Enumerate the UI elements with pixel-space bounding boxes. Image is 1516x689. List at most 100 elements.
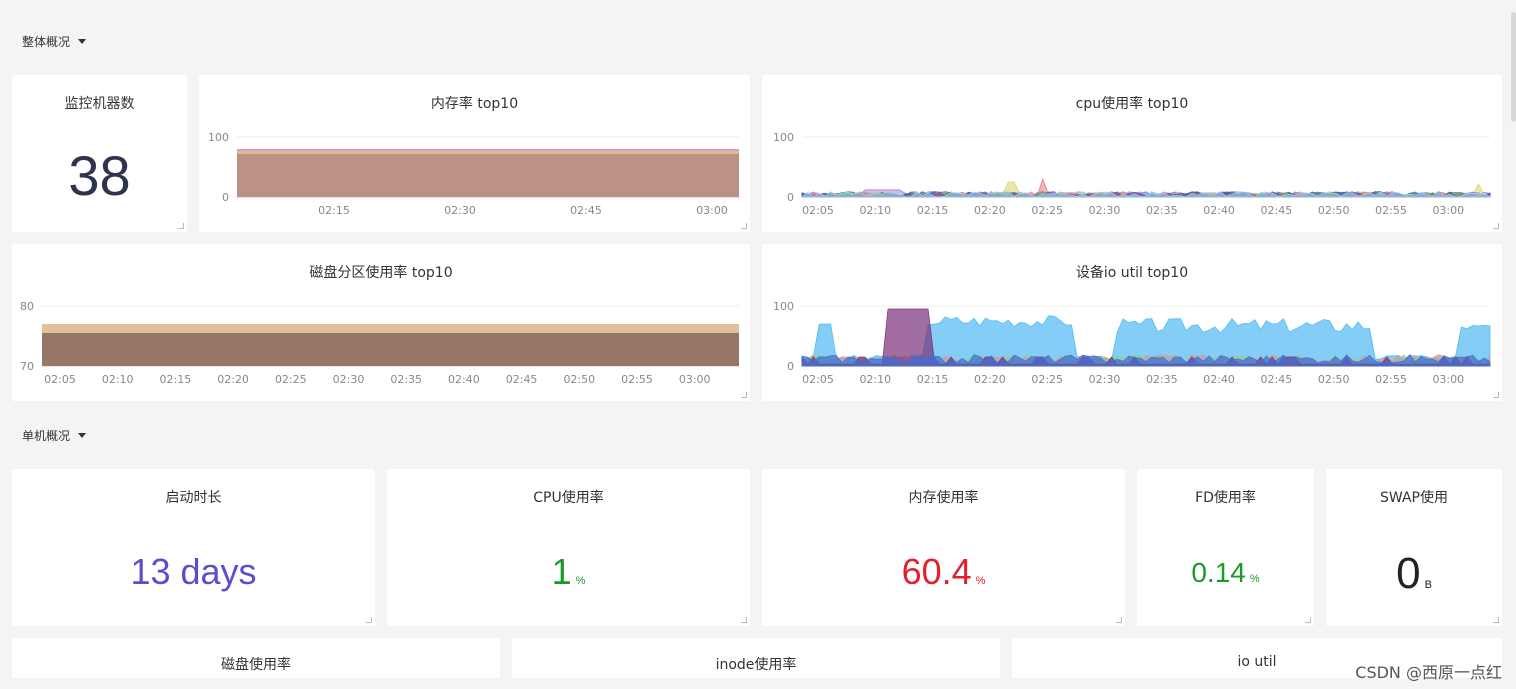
panel-disk-partition-top10: 磁盘分区使用率 top10 80 70 02:05 02:10 02:15 02:20 02… — [12, 244, 750, 401]
cpu-usage-value: 1 — [551, 551, 572, 592]
resize-handle[interactable] — [741, 223, 747, 229]
x-tick-label: 02:45 — [506, 373, 538, 386]
panel-disk-usage: 磁盘使用率 — [12, 638, 500, 678]
x-tick-label: 03:00 — [1432, 204, 1464, 217]
panel-title: 磁盘使用率 — [221, 657, 291, 673]
x-tick-label: 02:40 — [448, 373, 480, 386]
x-tick-label: 02:30 — [444, 204, 476, 217]
y-tick-label: 0 — [787, 360, 794, 373]
x-tick-label: 02:15 — [318, 204, 350, 217]
section-toggle-overall[interactable]: 整体概况 — [22, 33, 87, 50]
x-tick-label: 02:35 — [390, 373, 422, 386]
y-tick-label: 100 — [208, 131, 229, 144]
panel-mem-usage: 内存使用率 60.4% — [762, 469, 1125, 626]
swap-usage-value: 0 — [1396, 549, 1421, 598]
panel-inode-usage: inode使用率 — [512, 638, 1000, 678]
panel-title: CPU使用率 — [533, 490, 604, 506]
section-label: 整体概况 — [22, 35, 71, 49]
x-tick-label: 02:05 — [802, 204, 834, 217]
y-tick-label: 0 — [222, 191, 229, 204]
machine-count-value: 38 — [68, 144, 131, 207]
panel-uptime: 启动时长 13 days — [12, 469, 375, 626]
swap-usage-unit: B — [1424, 579, 1432, 591]
panel-title: FD使用率 — [1195, 490, 1256, 506]
mem-usage-stat: 60.4% — [762, 551, 1125, 593]
x-tick-label: 02:15 — [160, 373, 192, 386]
x-tick-label: 02:25 — [1031, 373, 1063, 386]
series-area — [42, 333, 739, 366]
uptime-value: 13 days — [130, 551, 257, 592]
chart-io-util-top10: 100 0 02:05 02:10 02:15 02:20 02:25 02:30 02:35 0… — [773, 300, 1491, 386]
x-tick-label: 02:55 — [621, 373, 653, 386]
section-toggle-single[interactable]: 单机概况 — [22, 427, 87, 444]
chart-disk-partition-top10: 80 70 02:05 02:10 02:15 02:20 02:25 02:30 02:35 0… — [20, 300, 739, 386]
x-tick-label: 03:00 — [696, 204, 728, 217]
y-tick-label: 100 — [773, 300, 794, 313]
fd-usage-value: 0.14 — [1191, 557, 1246, 588]
x-tick-label: 02:10 — [102, 373, 134, 386]
panel-cpu-top10: cpu使用率 top10 100 0 02:05 02:10 02:15 02:20 02:… — [762, 75, 1502, 232]
mem-usage-value: 60.4 — [901, 551, 972, 592]
x-tick-label: 02:20 — [974, 204, 1006, 217]
resize-handle[interactable] — [1116, 617, 1122, 623]
resize-handle[interactable] — [178, 223, 184, 229]
resize-handle[interactable] — [1493, 392, 1499, 398]
x-tick-label: 02:45 — [1261, 373, 1293, 386]
x-tick-label: 02:35 — [1146, 204, 1178, 217]
x-tick-label: 02:05 — [44, 373, 76, 386]
x-tick-label: 02:45 — [570, 204, 602, 217]
panel-cpu-usage: CPU使用率 1% — [387, 469, 750, 626]
x-tick-label: 02:55 — [1375, 204, 1407, 217]
swap-usage-stat: 0B — [1326, 549, 1502, 599]
panel-swap-usage: SWAP使用 0B — [1326, 469, 1502, 626]
caret-down-icon — [78, 39, 87, 44]
resize-handle[interactable] — [1493, 617, 1499, 623]
x-tick-label: 02:35 — [1146, 373, 1178, 386]
x-tick-label: 03:00 — [1432, 373, 1464, 386]
x-tick-label: 02:05 — [802, 373, 834, 386]
caret-down-icon — [78, 433, 87, 438]
fd-usage-stat: 0.14% — [1137, 557, 1314, 589]
page-scrollbar[interactable] — [1511, 12, 1516, 122]
panel-fd-usage: FD使用率 0.14% — [1137, 469, 1314, 626]
x-tick-label: 03:00 — [679, 373, 711, 386]
panel-title: 内存使用率 — [908, 490, 979, 506]
resize-handle[interactable] — [1493, 223, 1499, 229]
panel-title: SWAP使用 — [1380, 490, 1448, 506]
x-tick-label: 02:50 — [1318, 204, 1350, 217]
fd-usage-unit: % — [1249, 573, 1260, 585]
x-tick-label: 02:10 — [859, 204, 891, 217]
resize-handle[interactable] — [1305, 617, 1311, 623]
chart-mem-top10: 100 0 02:15 02:30 02:45 03:00 — [208, 131, 739, 217]
x-tick-label: 02:15 — [917, 204, 949, 217]
mem-usage-unit: % — [975, 575, 986, 587]
panel-title: 监控机器数 — [64, 96, 135, 112]
x-tick-label: 02:10 — [859, 373, 891, 386]
y-tick-label: 100 — [773, 131, 794, 144]
cpu-usage-unit: % — [575, 575, 586, 587]
x-tick-label: 02:30 — [1089, 373, 1121, 386]
section-label: 单机概况 — [22, 429, 71, 443]
resize-handle[interactable] — [366, 617, 372, 623]
resize-handle[interactable] — [741, 392, 747, 398]
y-tick-label: 80 — [20, 300, 34, 313]
y-tick-label: 70 — [20, 360, 34, 373]
series-area — [237, 153, 739, 197]
x-tick-label: 02:40 — [1203, 204, 1235, 217]
x-tick-label: 02:25 — [1031, 204, 1063, 217]
x-tick-label: 02:40 — [1203, 373, 1235, 386]
y-tick-label: 0 — [787, 191, 794, 204]
cpu-usage-stat: 1% — [387, 551, 750, 593]
x-tick-label: 02:30 — [1089, 204, 1121, 217]
x-tick-label: 02:45 — [1261, 204, 1293, 217]
panel-title: inode使用率 — [715, 657, 797, 673]
panel-machine-count: 监控机器数 38 — [12, 75, 187, 232]
x-tick-label: 02:50 — [563, 373, 595, 386]
panel-mem-top10: 内存率 top10 100 0 02:15 02:30 02:45 03:00 — [199, 75, 750, 232]
x-tick-label: 02:15 — [917, 373, 949, 386]
resize-handle[interactable] — [741, 617, 747, 623]
x-tick-label: 02:20 — [217, 373, 249, 386]
x-tick-label: 02:20 — [974, 373, 1006, 386]
x-tick-label: 02:30 — [333, 373, 365, 386]
x-tick-label: 02:50 — [1318, 373, 1350, 386]
